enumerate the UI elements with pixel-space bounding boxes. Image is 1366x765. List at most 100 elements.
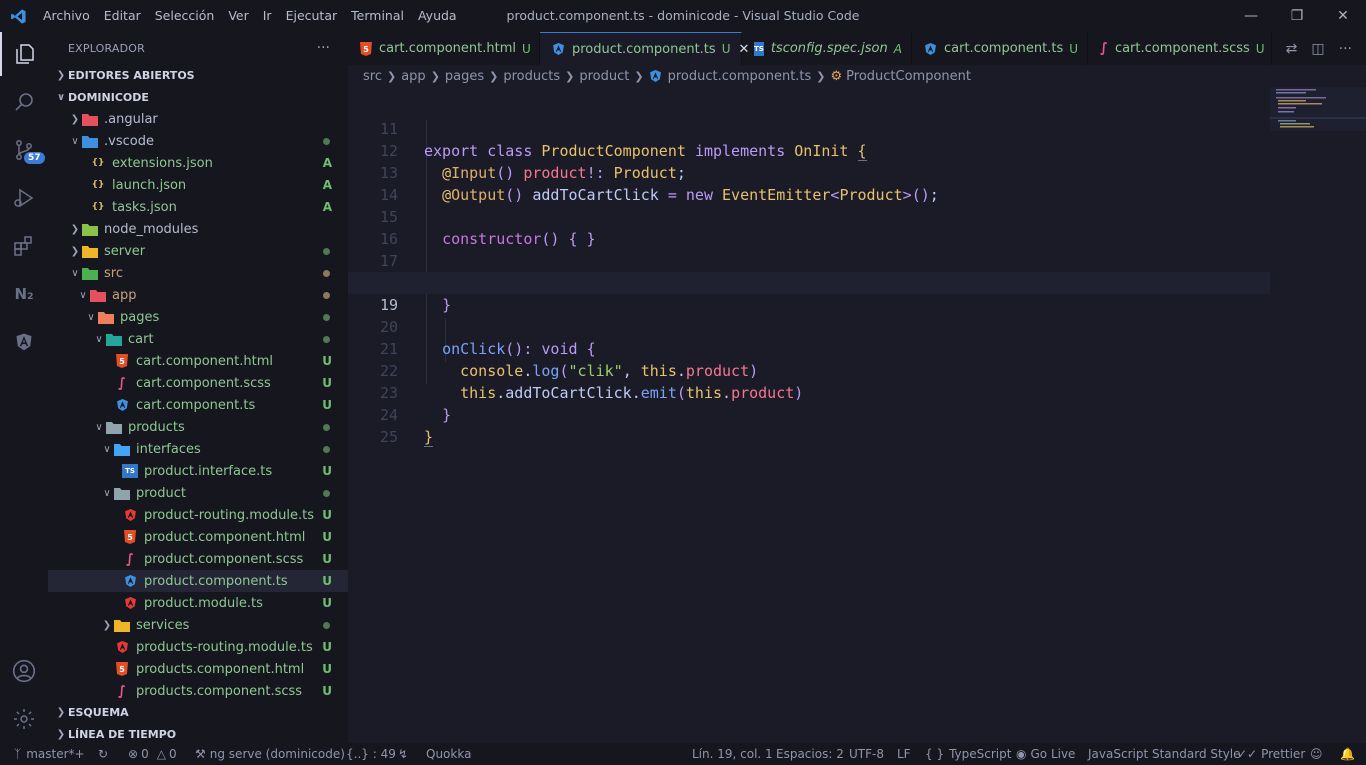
section-label: DOMINICODE — [68, 90, 149, 104]
tab-status: U — [721, 42, 731, 56]
account-icon[interactable] — [0, 649, 48, 693]
tab-cart-component-ts[interactable]: cart.component.ts U — [912, 32, 1088, 65]
split-editor-icon[interactable]: ◫ — [1311, 41, 1324, 57]
tree-file-product-routing[interactable]: product-routing.module.ts U — [48, 504, 348, 526]
minimize-icon[interactable]: — — [1228, 0, 1274, 32]
tree-folder-services[interactable]: ❯ services — [48, 614, 348, 636]
eol-status[interactable]: LF — [897, 743, 911, 765]
menu-terminal[interactable]: Terminal — [344, 0, 411, 32]
tree-file-products-routing[interactable]: products-routing.module.ts U — [48, 636, 348, 658]
settings-gear-icon[interactable] — [0, 697, 48, 741]
task-status[interactable]: ⚒ ng serve (dominicode) — [195, 743, 345, 765]
tree-file-products-html[interactable]: 5 products.component.html U — [48, 658, 348, 680]
menu-editar[interactable]: Editar — [97, 0, 148, 32]
code-line: 22 this.addToCartClick.emit(this.product… — [348, 338, 1270, 402]
linter-status[interactable]: JavaScript Standard Style — [1088, 743, 1241, 765]
problems-status[interactable]: ⊗ 0 △ 0 — [128, 743, 177, 765]
tree-folder-src[interactable]: ∨ src — [48, 262, 348, 284]
golive-status[interactable]: ◉ Go Live — [1016, 743, 1075, 765]
breadcrumb: src ❯ app ❯ pages ❯ products ❯ product ❯ prod… — [348, 65, 1366, 87]
lightning-icon[interactable]: ↯ — [398, 743, 408, 765]
menu-ir[interactable]: Ir — [256, 0, 279, 32]
tree-file-tasks-json[interactable]: {} tasks.json A — [48, 196, 348, 218]
tree-file-cart-scss[interactable]: ∫ cart.component.scss U — [48, 372, 348, 394]
chevron-right-icon: ❯ — [56, 706, 66, 718]
tree-folder-products[interactable]: ∨ products — [48, 416, 348, 438]
tree-file-cart-html[interactable]: 5 cart.component.html U — [48, 350, 348, 372]
tree-folder-angular[interactable]: ❯ .angular — [48, 108, 348, 130]
git-status-dot — [323, 335, 330, 343]
tab-cart-component-html[interactable]: 5 cart.component.html U — [348, 32, 540, 65]
tree-file-product-ts[interactable]: product.component.ts U — [48, 570, 348, 592]
run-debug-icon[interactable] — [0, 176, 48, 220]
tree-folder-interfaces[interactable]: ∨ interfaces — [48, 438, 348, 460]
tree-folder-app[interactable]: ∨ app — [48, 284, 348, 306]
breadcrumb-item[interactable]: product.component.ts — [668, 69, 812, 84]
breadcrumb-item[interactable]: product — [579, 69, 629, 84]
menu-ejecutar[interactable]: Ejecutar — [279, 0, 345, 32]
breadcrumb-item[interactable]: app — [401, 69, 425, 84]
menu-ayuda[interactable]: Ayuda — [411, 0, 464, 32]
breadcrumb-item[interactable]: src — [363, 69, 382, 84]
tree-file-product-interface[interactable]: TS product.interface.ts U — [48, 460, 348, 482]
cursor-position[interactable]: Lín. 19, col. 1 — [692, 743, 773, 765]
tab-cart-component-scss[interactable]: ∫ cart.component.scss U — [1088, 32, 1272, 65]
tree-file-launch-json[interactable]: {} launch.json A — [48, 174, 348, 196]
close-window-icon[interactable]: ✕ — [1320, 0, 1366, 32]
menu-ver[interactable]: Ver — [221, 0, 255, 32]
breadcrumb-item[interactable]: pages — [445, 69, 484, 84]
restore-icon[interactable]: ❐ — [1274, 0, 1320, 32]
search-icon[interactable] — [0, 80, 48, 124]
prettier-status[interactable]: ✓✓ Prettier — [1237, 743, 1305, 765]
angular-icon[interactable] — [0, 320, 48, 364]
more-actions-icon[interactable]: ··· — [1339, 41, 1352, 57]
feedback-icon[interactable]: ☺ — [1310, 743, 1323, 765]
tree-folder-cart[interactable]: ∨ cart — [48, 328, 348, 350]
code-editor[interactable]: 11 export class ProductComponent impleme… — [348, 87, 1366, 743]
quokka-status[interactable]: Quokka — [426, 743, 471, 765]
git-status: U — [322, 662, 332, 676]
open-changes-icon[interactable]: ⇄ — [1286, 41, 1298, 57]
tree-file-cart-ts[interactable]: cart.component.ts U — [48, 394, 348, 416]
tree-folder-server[interactable]: ❯ server — [48, 240, 348, 262]
timeline-section[interactable]: ❯ LÍNEA DE TIEMPO — [48, 723, 348, 745]
tree-file-extensions-json[interactable]: {} extensions.json A — [48, 152, 348, 174]
sync-icon[interactable]: ↻ — [98, 743, 108, 765]
tree-file-product-scss[interactable]: ∫ product.component.scss U — [48, 548, 348, 570]
notifications-bell-icon[interactable]: 🔔 — [1340, 743, 1355, 765]
workspace-section[interactable]: ∨ DOMINICODE — [48, 86, 348, 108]
more-actions-icon[interactable]: ··· — [317, 40, 330, 56]
explorer-icon[interactable] — [0, 32, 48, 76]
tab-product-component-ts[interactable]: product.component.ts U ✕ — [540, 32, 749, 65]
branch-status[interactable]: ᛉ master*+ — [14, 743, 85, 765]
scss-file-icon: ∫ — [118, 683, 126, 699]
svg-text:5: 5 — [127, 533, 133, 542]
menu-seleccion[interactable]: Selección — [148, 0, 222, 32]
breadcrumb-item[interactable]: ProductComponent — [846, 69, 971, 84]
tree-file-product-module[interactable]: product.module.ts U — [48, 592, 348, 614]
minimap[interactable] — [1270, 87, 1366, 147]
encoding-status[interactable]: UTF-8 — [849, 743, 884, 765]
indentation-status[interactable]: Espacios: 2 — [776, 743, 844, 765]
tree-file-products-scss[interactable]: ∫ products.component.scss U — [48, 680, 348, 702]
menu-bar: Archivo Editar Selección Ver Ir Ejecutar… — [36, 0, 464, 32]
source-control-icon[interactable]: 57 — [0, 128, 48, 172]
nx-console-icon[interactable]: N₂ — [0, 272, 48, 316]
outline-section[interactable]: ❯ ESQUEMA — [48, 701, 348, 723]
tab-tsconfig-spec-json[interactable]: TS tsconfig.spec.json A — [742, 32, 912, 65]
bracket-status[interactable]: {..} : 49 — [346, 743, 396, 765]
tab-label: cart.component.ts — [944, 41, 1064, 56]
angular-ts-file-icon — [924, 42, 937, 56]
extensions-icon[interactable] — [0, 224, 48, 268]
open-editors-section[interactable]: ❯ EDITORES ABIERTOS — [48, 64, 348, 86]
menu-archivo[interactable]: Archivo — [36, 0, 97, 32]
code-line: 23 } — [348, 360, 1270, 424]
tree-file-product-html[interactable]: 5 product.component.html U — [48, 526, 348, 548]
language-status[interactable]: { } TypeScript — [925, 743, 1011, 765]
tree-folder-node-modules[interactable]: ❯ node_modules — [48, 218, 348, 240]
tree-folder-product[interactable]: ∨ product — [48, 482, 348, 504]
breadcrumb-item[interactable]: products — [503, 69, 560, 84]
tree-folder-pages[interactable]: ∨ pages — [48, 306, 348, 328]
tree-folder-vscode[interactable]: ∨ .vscode — [48, 130, 348, 152]
folder-app-icon — [90, 288, 106, 302]
